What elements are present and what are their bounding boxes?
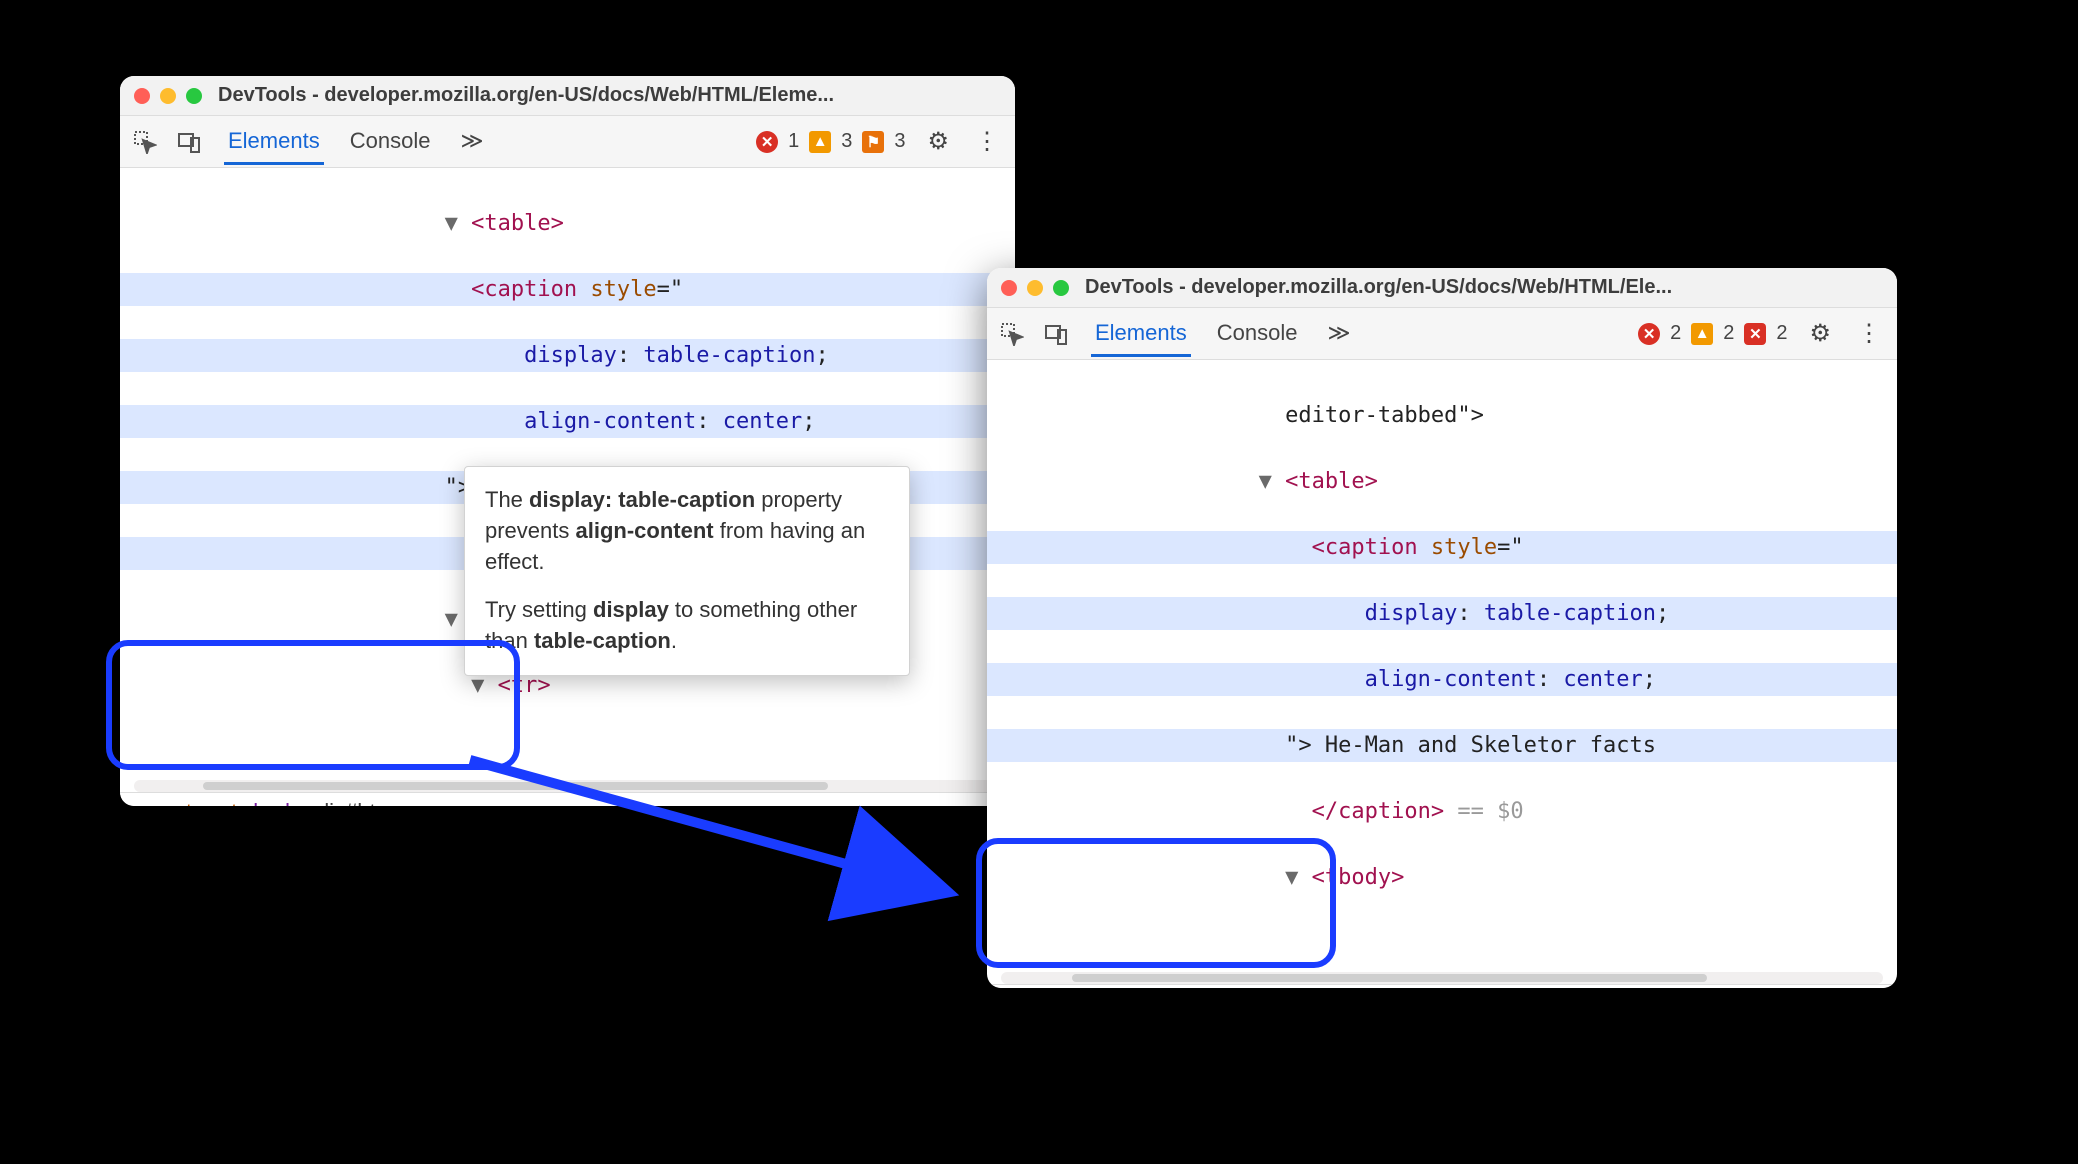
scrollbar[interactable] [134, 780, 1001, 792]
inspect-icon[interactable] [999, 321, 1025, 347]
toolbar-tabs: Elements Console ≫ [224, 118, 487, 165]
zoom-icon[interactable] [186, 88, 202, 104]
error-count: 2 [1776, 322, 1787, 345]
tab-console[interactable]: Console [346, 118, 435, 165]
minimize-icon[interactable] [160, 88, 176, 104]
css-hint-tooltip: The display: table-caption property prev… [464, 466, 910, 676]
window-title: DevTools - developer.mozilla.org/en-US/d… [1085, 276, 1672, 299]
crumb[interactable]: put-root [161, 799, 237, 806]
error-icon: ✕ [756, 131, 778, 153]
toolbar-tabs: Elements Console ≫ [1091, 310, 1354, 357]
error-count: 2 [1670, 322, 1681, 345]
crumb[interactable]: div#htm [317, 799, 394, 806]
error-icon: ✕ [1744, 323, 1766, 345]
warning-icon: ▲ [809, 131, 831, 153]
device-toggle-icon[interactable] [176, 129, 202, 155]
window-traffic-lights [1001, 280, 1069, 296]
tab-elements[interactable]: Elements [224, 118, 324, 165]
zoom-icon[interactable] [1053, 280, 1069, 296]
tab-elements[interactable]: Elements [1091, 310, 1191, 357]
issue-counts[interactable]: ✕ 2 ▲ 2 ✕ 2 [1638, 322, 1787, 345]
close-icon[interactable] [1001, 280, 1017, 296]
tabs-more[interactable]: ≫ [456, 118, 487, 165]
inspect-icon[interactable] [132, 129, 158, 155]
device-toggle-icon[interactable] [1043, 321, 1069, 347]
toolbar: Elements Console ≫ ✕ 2 ▲ 2 ✕ 2 ⚙ ⋮ [987, 308, 1897, 360]
toolbar: Elements Console ≫ ✕ 1 ▲ 3 ⚑ 3 ⚙ ⋮ [120, 116, 1015, 168]
titlebar[interactable]: DevTools - developer.mozilla.org/en-US/d… [987, 268, 1897, 308]
devtools-window-right: DevTools - developer.mozilla.org/en-US/d… [987, 268, 1897, 988]
issue-icon: ⚑ [862, 131, 884, 153]
error-count: 1 [788, 130, 799, 153]
gear-icon[interactable]: ⚙ [1805, 319, 1835, 348]
tabs-more[interactable]: ≫ [1323, 310, 1354, 357]
breadcrumb[interactable]: ◀ root body div#html-output.output.edito… [987, 984, 1897, 988]
dom-tree[interactable]: editor-tabbed"> ▼ <table> <caption style… [987, 360, 1897, 968]
kebab-icon[interactable]: ⋮ [971, 127, 1003, 156]
breadcrumb[interactable]: ◀ put-root body div#htm [120, 792, 1015, 806]
kebab-icon[interactable]: ⋮ [1853, 319, 1885, 348]
chevron-left-icon[interactable]: ◀ [130, 800, 145, 807]
crumb[interactable]: body [253, 799, 301, 806]
titlebar[interactable]: DevTools - developer.mozilla.org/en-US/d… [120, 76, 1015, 116]
window-traffic-lights [134, 88, 202, 104]
issue-counts[interactable]: ✕ 1 ▲ 3 ⚑ 3 [756, 130, 905, 153]
warning-icon: ▲ [1691, 323, 1713, 345]
scrollbar[interactable] [1001, 972, 1883, 984]
tab-console[interactable]: Console [1213, 310, 1302, 357]
minimize-icon[interactable] [1027, 280, 1043, 296]
issue-count: 3 [894, 130, 905, 153]
window-title: DevTools - developer.mozilla.org/en-US/d… [218, 84, 834, 107]
close-icon[interactable] [134, 88, 150, 104]
gear-icon[interactable]: ⚙ [923, 127, 953, 156]
devtools-window-left: DevTools - developer.mozilla.org/en-US/d… [120, 76, 1015, 806]
error-icon: ✕ [1638, 323, 1660, 345]
warning-count: 3 [841, 130, 852, 153]
warning-count: 2 [1723, 322, 1734, 345]
